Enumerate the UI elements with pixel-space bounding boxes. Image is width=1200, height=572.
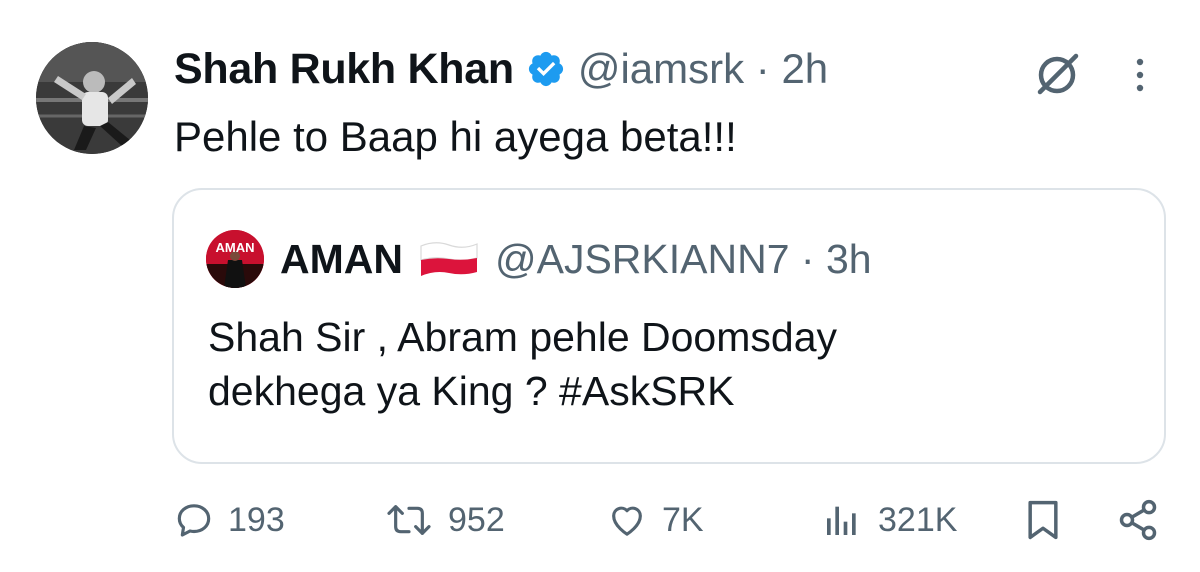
more-options-icon[interactable] [1128,50,1152,100]
like-button[interactable]: 7K [606,490,704,550]
tweet-header: Shah Rukh Khan @iamsrk · 2h [174,40,828,98]
verified-badge-icon [526,49,566,89]
quoted-author-handle-time[interactable]: @AJSRKIANN7 · 3h [495,236,872,283]
quoted-author-name[interactable]: AMAN [280,236,403,283]
author-name[interactable]: Shah Rukh Khan [174,45,514,94]
repost-icon [387,505,431,535]
tweet-action-bar: 193 952 7K 321K [0,490,1200,550]
repost-button[interactable]: 952 [384,490,505,550]
quoted-tweet[interactable]: AMAN AMAN @AJSRKIANN7 · 3h Shah Sir , Ab… [172,188,1166,464]
reply-count: 193 [228,500,285,539]
views-button[interactable]: 321K [822,490,957,550]
share-button[interactable] [1116,490,1160,550]
reply-icon [177,504,211,537]
grok-icon[interactable] [1030,48,1084,102]
quoted-tweet-text: Shah Sir , Abram pehle Doomsday dekhega … [208,314,837,414]
views-count: 321K [878,500,958,539]
quoted-avatar-text: AMAN [216,240,255,255]
bookmark-icon [1028,500,1058,540]
quoted-author-avatar[interactable]: AMAN [206,230,264,288]
author-handle-time[interactable]: @iamsrk · 2h [578,45,828,93]
like-count: 7K [662,500,704,539]
quoted-tweet-header: AMAN AMAN @AJSRKIANN7 · 3h [206,228,872,290]
views-icon [827,506,856,535]
like-icon [612,506,642,536]
share-icon [1119,499,1157,541]
tweet-text: Pehle to Baap hi ayega beta!!! [174,113,737,160]
bookmark-button[interactable] [1024,490,1062,550]
reply-button[interactable]: 193 [174,490,285,550]
poland-flag-icon [417,238,481,280]
author-avatar[interactable] [36,42,148,154]
repost-count: 952 [448,500,505,539]
